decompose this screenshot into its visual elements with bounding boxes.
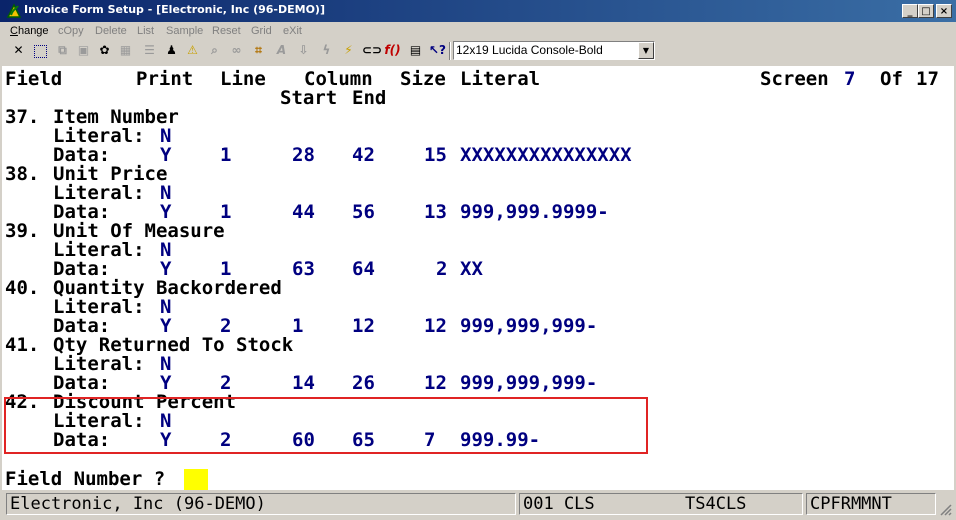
export-icon[interactable]: ⚡ — [340, 41, 357, 60]
mask-value: 999,999,999- — [460, 372, 598, 394]
field-number: 40. — [5, 277, 40, 299]
size-value: 13 — [424, 201, 447, 223]
size-value: 12 — [424, 315, 447, 337]
of-label: Of — [880, 68, 903, 90]
start-value: 14 — [292, 372, 315, 394]
maximize-button[interactable]: □ — [918, 4, 934, 18]
start-value: 1 — [292, 315, 304, 337]
function-icon[interactable]: f() — [384, 41, 401, 60]
copy-icon[interactable]: ⧉ — [54, 41, 71, 60]
grid-icon[interactable]: ⌗ — [250, 41, 267, 60]
text-cursor: _ — [189, 477, 201, 491]
mask-value: 999,999,999- — [460, 315, 598, 337]
start-value: 63 — [292, 258, 315, 280]
menu-sample[interactable]: Sample — [166, 25, 203, 37]
field-number: 41. — [5, 334, 40, 356]
field-number-input[interactable]: _ — [184, 469, 208, 490]
help-cursor-icon[interactable]: ↖? — [429, 41, 446, 60]
end-value: 26 — [352, 372, 375, 394]
end-value: 64 — [352, 258, 375, 280]
app-icon — [6, 3, 22, 18]
end-value: 12 — [352, 315, 375, 337]
start-value: 28 — [292, 144, 315, 166]
warning-icon[interactable]: ⚠ — [184, 41, 201, 60]
header-print: Print — [136, 68, 194, 90]
link-icon[interactable]: ⊂⊃ — [362, 41, 382, 60]
end-value: 42 — [352, 144, 375, 166]
field-number: 39. — [5, 220, 40, 242]
binoculars-icon[interactable]: ∞ — [228, 41, 245, 60]
menu-exit[interactable]: eXit — [283, 25, 302, 37]
screen-number: 7 — [844, 68, 856, 90]
header-end: End — [352, 87, 387, 109]
end-value: 56 — [352, 201, 375, 223]
status-code: 001 CLS TS4CLS — [519, 493, 803, 515]
header-line: Line — [220, 68, 266, 90]
lightning-icon[interactable]: ϟ — [318, 41, 335, 60]
size-value: 2 — [436, 258, 448, 280]
import-icon[interactable]: ⇩ — [295, 41, 312, 60]
menu-change[interactable]: Change — [10, 25, 49, 37]
font-select-value: 12x19 Lucida Console-Bold — [456, 43, 603, 57]
menu-change-label: hange — [17, 25, 49, 37]
user-icon[interactable]: ♟ — [163, 41, 180, 60]
screen-total: 17 — [916, 68, 939, 90]
paste-icon[interactable]: ▣ — [75, 41, 92, 60]
title-bar: Invoice Form Setup - [Electronic, Inc (9… — [0, 0, 956, 22]
resize-grip-icon[interactable] — [938, 501, 952, 516]
field-number-prompt: Field Number ? — [5, 468, 166, 490]
menu-reset[interactable]: Reset — [212, 25, 241, 37]
screen-label: Screen — [760, 68, 829, 90]
header-literal: Literal — [460, 68, 541, 90]
close-window-button[interactable]: × — [936, 4, 952, 18]
terminal-screen: Field Print Line Column Size Literal Scr… — [2, 66, 954, 490]
notes-icon[interactable]: ▤ — [407, 41, 424, 60]
properties-icon[interactable]: ▦ — [117, 41, 134, 60]
line-value: 1 — [220, 144, 232, 166]
size-value: 12 — [424, 372, 447, 394]
menu-list[interactable]: List — [137, 25, 154, 37]
header-field: Field — [5, 68, 63, 90]
status-program: TS4CLS — [685, 494, 747, 514]
chevron-down-icon[interactable]: ▼ — [638, 42, 654, 59]
header-start: Start — [280, 87, 338, 109]
field-number: 38. — [5, 163, 40, 185]
toolbar: ✕ ⧉ ▣ ✿ ▦ ☰ ♟ ⚠ ⌕ ∞ ⌗ A ⇩ ϟ ⚡ ⊂⊃ f() ▤ ↖… — [0, 40, 956, 62]
find-icon[interactable]: ⌕ — [206, 41, 223, 60]
mask-value: XX — [460, 258, 483, 280]
status-company: Electronic, Inc (96-DEMO) — [6, 493, 516, 515]
field-number: 37. — [5, 106, 40, 128]
close-icon[interactable]: ✕ — [10, 41, 27, 60]
mask-value: XXXXXXXXXXXXXXX — [460, 144, 632, 166]
settings-icon[interactable]: ✿ — [96, 41, 113, 60]
toolbar-separator — [449, 42, 451, 60]
selection-highlight-box — [4, 397, 648, 454]
status-bar: Electronic, Inc (96-DEMO) 001 CLS TS4CLS… — [0, 491, 956, 520]
menu-copy[interactable]: cOpy — [58, 25, 84, 37]
font-select[interactable]: 12x19 Lucida Console-Bold ▼ — [453, 41, 655, 60]
menu-change-accel: C — [10, 25, 18, 37]
minimize-button[interactable]: _ — [902, 4, 918, 18]
status-module: CPFRMMNT — [806, 493, 936, 515]
menu-grid[interactable]: Grid — [251, 25, 272, 37]
select-icon[interactable] — [31, 41, 48, 60]
window-title: Invoice Form Setup - [Electronic, Inc (9… — [24, 3, 325, 16]
menu-bar: Change cOpy Delete List Sample Reset Gri… — [0, 22, 956, 40]
status-code-text: 001 CLS — [523, 494, 595, 514]
mask-value: 999,999.9999- — [460, 201, 609, 223]
start-value: 44 — [292, 201, 315, 223]
font-icon[interactable]: A — [273, 41, 290, 60]
header-size: Size — [400, 68, 446, 90]
size-value: 15 — [424, 144, 447, 166]
list-icon[interactable]: ☰ — [141, 41, 158, 60]
menu-delete[interactable]: Delete — [95, 25, 127, 37]
